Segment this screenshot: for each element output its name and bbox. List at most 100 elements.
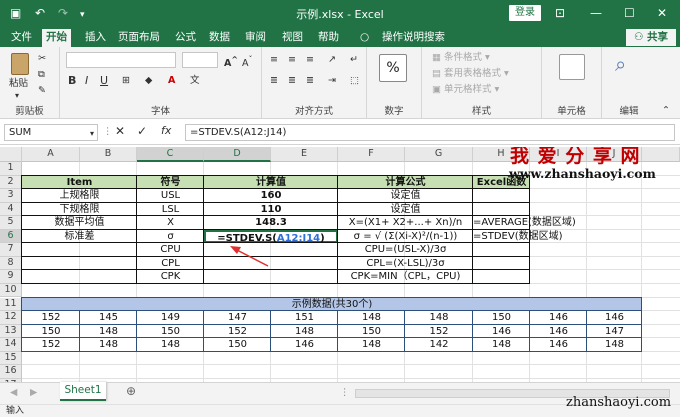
middle-align-icon[interactable]: ≡	[288, 54, 296, 66]
column-header-b[interactable]: B	[80, 147, 137, 162]
cell-symbol[interactable]: CPL	[137, 257, 204, 271]
underline-icon[interactable]: U	[100, 75, 108, 87]
wrap-text-icon[interactable]: ↵	[350, 54, 358, 66]
ribbon-display-icon[interactable]: ⊡	[555, 5, 565, 21]
header-item[interactable]: Item	[22, 176, 137, 190]
cell-formula[interactable]: 设定值	[338, 203, 473, 217]
cell-item[interactable]: 上规格限	[22, 189, 137, 203]
column-header-c[interactable]: C	[137, 147, 204, 162]
maximize-icon[interactable]: ☐	[624, 5, 635, 21]
sample-cell[interactable]: 152	[405, 325, 473, 339]
sample-cell[interactable]: 148	[80, 325, 137, 339]
font-color-icon[interactable]: A	[168, 75, 175, 87]
bottom-align-icon[interactable]: ≡	[306, 54, 314, 66]
indent-icon[interactable]: ⇥	[328, 75, 336, 87]
scroll-prev-sheet-icon[interactable]: ◀	[10, 387, 17, 399]
cut-icon[interactable]: ✂	[38, 53, 46, 65]
row-header-1[interactable]: 1	[0, 162, 22, 176]
minimize-icon[interactable]: —	[590, 5, 602, 21]
cell-symbol[interactable]: σ	[137, 230, 204, 244]
row-header-4[interactable]: 4	[0, 202, 22, 217]
header-calc[interactable]: 计算值	[204, 176, 338, 190]
name-box-dropdown-icon[interactable]: ▾	[90, 128, 94, 140]
sample-cell[interactable]: 148	[338, 338, 405, 352]
enter-formula-icon[interactable]: ✓	[137, 125, 147, 137]
sample-cell[interactable]: 150	[473, 311, 530, 325]
cell-formula[interactable]: CPK=MIN（CPL，CPU)	[338, 270, 473, 284]
cell-item[interactable]: 标准差	[22, 230, 137, 244]
row-header-15[interactable]: 15	[0, 351, 22, 366]
shrink-font-icon[interactable]: Aˇ	[242, 54, 252, 70]
sample-cell[interactable]: 150	[338, 325, 405, 339]
format-painter-icon[interactable]: ✎	[38, 85, 46, 97]
cell-formula[interactable]: 设定值	[338, 189, 473, 203]
cell-calc[interactable]: 110	[204, 203, 338, 217]
scroll-next-sheet-icon[interactable]: ▶	[30, 387, 37, 399]
row-header-16[interactable]: 16	[0, 365, 22, 379]
tab-view[interactable]: 视图	[282, 30, 303, 44]
sample-cell[interactable]: 152	[22, 338, 80, 352]
select-all-corner[interactable]	[0, 147, 22, 162]
font-size-box[interactable]	[182, 52, 218, 68]
sample-cell[interactable]: 146	[530, 338, 587, 352]
phonetic-icon[interactable]: 文	[190, 75, 200, 87]
cell-item[interactable]: 下规格限	[22, 203, 137, 217]
paste-dropdown-icon[interactable]: ▾	[15, 90, 19, 102]
sample-cell[interactable]: 142	[405, 338, 473, 352]
cancel-formula-icon[interactable]: ✕	[115, 125, 125, 137]
tab-home[interactable]: 开始	[42, 29, 71, 47]
sample-cell[interactable]: 150	[137, 325, 204, 339]
paste-button[interactable]: 粘贴	[9, 78, 28, 90]
sheet-tab-sheet1[interactable]: Sheet1	[60, 382, 106, 401]
column-header-a[interactable]: A	[22, 147, 80, 162]
copy-icon[interactable]: ⧉	[38, 69, 45, 81]
sample-cell[interactable]: 148	[473, 338, 530, 352]
column-header-g[interactable]: G	[405, 147, 473, 162]
cell-formula[interactable]: X=(X1+ X2+...+ Xn)/n	[338, 216, 473, 230]
align-left-icon[interactable]: ≣	[270, 75, 278, 87]
column-header-f[interactable]: F	[338, 147, 405, 162]
sample-cell[interactable]: 152	[22, 311, 80, 325]
sample-cell[interactable]: 147	[587, 325, 642, 339]
cell-calc[interactable]: 148.3	[204, 216, 338, 230]
cell-formula[interactable]: CPU=(USL-X)/3σ	[338, 243, 473, 257]
row-header-11[interactable]: 11	[0, 297, 22, 312]
worksheet-grid[interactable]: ABCDEFGHIJ 1234567891011121314151617 Ite…	[0, 147, 680, 382]
column-header-e[interactable]: E	[271, 147, 338, 162]
cell-item[interactable]: 数据平均值	[22, 216, 137, 230]
row-header-12[interactable]: 12	[0, 311, 22, 325]
number-format-button[interactable]: %	[379, 54, 407, 82]
sample-cell[interactable]: 148	[271, 325, 338, 339]
grow-font-icon[interactable]: A^	[224, 54, 238, 70]
header-symbol[interactable]: 符号	[137, 176, 204, 190]
search-icon[interactable]: ⌕	[615, 52, 626, 76]
sample-title[interactable]: 示例数据(共30个)	[22, 298, 642, 312]
font-name-box[interactable]	[66, 52, 176, 68]
tab-split-handle-icon[interactable]: ⋮	[340, 387, 350, 399]
close-icon[interactable]: ✕	[657, 5, 667, 21]
name-box[interactable]: SUM	[4, 124, 98, 141]
sample-cell[interactable]: 146	[473, 325, 530, 339]
sample-cell[interactable]: 145	[80, 311, 137, 325]
tab-formulas[interactable]: 公式	[175, 30, 196, 44]
tab-help[interactable]: 帮助	[318, 30, 339, 44]
align-center-icon[interactable]: ≣	[288, 75, 296, 87]
formula-input[interactable]: =STDEV.S(A12:J14)	[185, 124, 675, 141]
row-header-9[interactable]: 9	[0, 270, 22, 284]
row-header-2[interactable]: 2	[0, 175, 22, 190]
align-right-icon[interactable]: ≣	[306, 75, 314, 87]
tab-file[interactable]: 文件	[11, 30, 32, 44]
cell-excel[interactable]: =AVERAGE(数据区域)	[473, 216, 576, 230]
cell-symbol[interactable]: CPU	[137, 243, 204, 257]
row-header-14[interactable]: 14	[0, 338, 22, 352]
share-button[interactable]: ⚇ 共享	[626, 29, 676, 46]
paste-icon[interactable]	[11, 53, 29, 75]
cell-calc[interactable]: 160	[204, 189, 338, 203]
cells-icon[interactable]	[559, 54, 585, 80]
row-header-7[interactable]: 7	[0, 243, 22, 257]
tab-review[interactable]: 审阅	[245, 30, 266, 44]
row-header-6[interactable]: 6	[0, 229, 22, 244]
sample-cell[interactable]: 152	[204, 325, 271, 339]
sample-cell[interactable]: 149	[137, 311, 204, 325]
sample-cell[interactable]: 147	[204, 311, 271, 325]
